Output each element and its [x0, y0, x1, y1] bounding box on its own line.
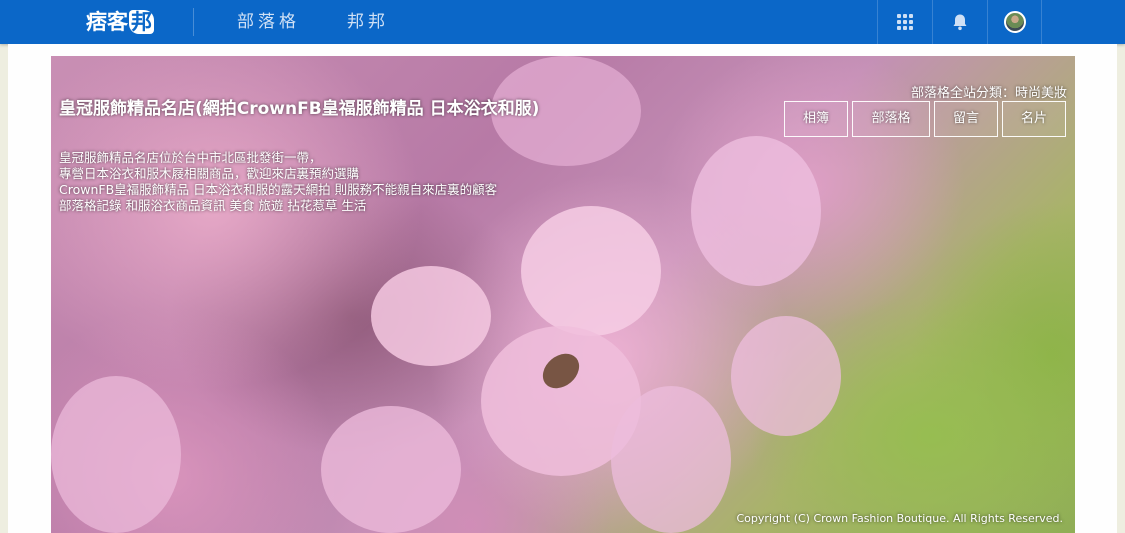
notifications-button[interactable]	[932, 0, 987, 44]
blog-description: 皇冠服飾精品名店位於台中市北區批發街一帶， 專營日本浴衣和服木屐相關商品，歡迎來…	[59, 150, 497, 214]
description-line: 專營日本浴衣和服木屐相關商品，歡迎來店裏預約選購	[59, 166, 360, 181]
blossom-decoration	[371, 266, 491, 366]
album-button[interactable]: 相簿	[784, 101, 848, 137]
blog-button[interactable]: 部落格	[852, 101, 930, 137]
blog-category[interactable]: 部落格全站分類：時尚美妝	[911, 82, 1067, 101]
user-menu-button[interactable]	[987, 0, 1042, 44]
nav-link-bangbang[interactable]: 邦邦	[347, 10, 389, 34]
logo-mark: 邦	[129, 10, 154, 34]
pixnet-logo[interactable]: 痞客邦	[86, 7, 164, 37]
blog-banner: 皇冠服飾精品名店(網拍CrownFB皇福服飾精品 日本浴衣和服) 部落格全站分類…	[51, 56, 1075, 533]
description-line: CrownFB皇福服飾精品 日本浴衣和服的露天網拍 則服務不能親自來店裏的顧客	[59, 182, 498, 197]
blossom-decoration	[691, 136, 821, 286]
guestbook-button[interactable]: 留言	[934, 101, 998, 137]
profile-card-button[interactable]: 名片	[1002, 101, 1066, 137]
nav-divider	[193, 8, 194, 36]
blossom-decoration	[51, 376, 181, 533]
description-line: 皇冠服飾精品名店位於台中市北區批發街一帶，	[59, 150, 322, 165]
blog-action-buttons: 相簿 部落格 留言 名片	[784, 101, 1066, 137]
logo-text: 痞客	[86, 10, 128, 34]
top-navigation-bar: 痞客邦 部落格 邦邦	[0, 0, 1125, 44]
avatar	[1003, 11, 1026, 33]
blossom-decoration	[611, 386, 731, 533]
blossom-decoration	[521, 206, 661, 336]
apps-menu-button[interactable]	[877, 0, 932, 44]
bell-icon	[953, 14, 967, 31]
nav-link-blog[interactable]: 部落格	[237, 10, 300, 34]
apps-grid-icon	[897, 14, 913, 30]
blossom-decoration	[731, 316, 841, 436]
blossom-decoration	[321, 406, 461, 533]
copyright-notice: Copyright (C) Crown Fashion Boutique. Al…	[736, 512, 1063, 525]
blog-title[interactable]: 皇冠服飾精品名店(網拍CrownFB皇福服飾精品 日本浴衣和服)	[59, 94, 539, 119]
description-line: 部落格記錄 和服浴衣商品資訊 美食 旅遊 拈花惹草 生活	[59, 198, 367, 213]
